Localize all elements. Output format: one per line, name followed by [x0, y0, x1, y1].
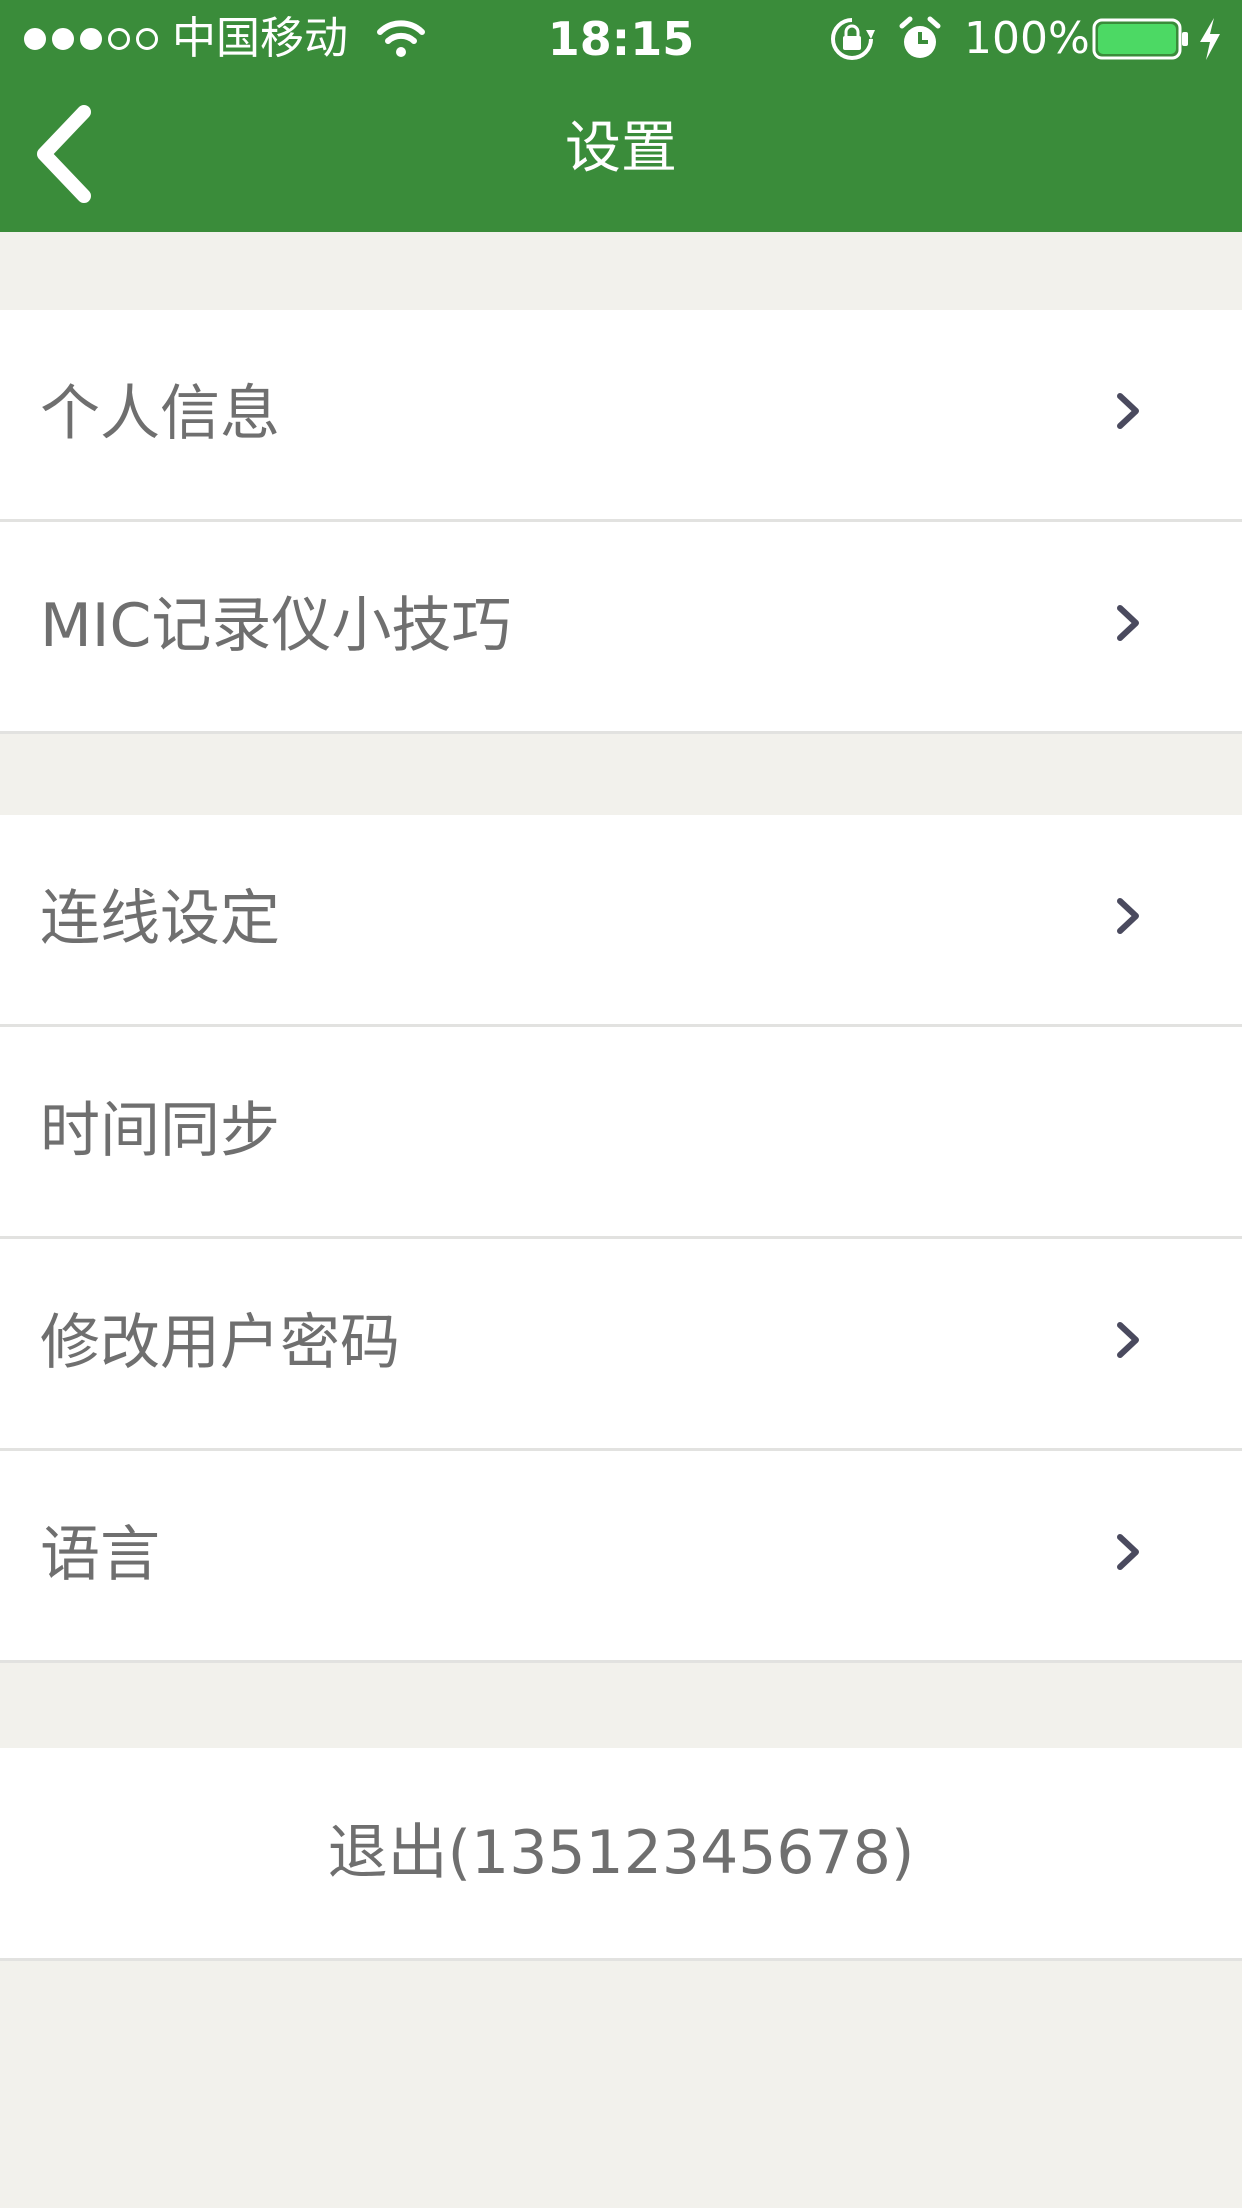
row-label: 个人信息 [40, 379, 280, 449]
settings-row-connection[interactable]: 连线设定 [0, 815, 1242, 1027]
logout-label: 退出(13512345678) [327, 1818, 915, 1888]
battery-icon [1092, 18, 1188, 60]
settings-row-change-password[interactable]: 修改用户密码 [0, 1239, 1242, 1451]
settings-row-mic-tips[interactable]: MIC记录仪小技巧 [0, 522, 1242, 734]
chevron-right-icon [1117, 393, 1139, 429]
settings-row-language[interactable]: 语言 [0, 1451, 1242, 1663]
battery-percent: 100% [964, 13, 1090, 64]
chevron-right-icon [1117, 1322, 1139, 1358]
header: 中国移动 18:15 100% 设置 [0, 0, 1242, 232]
logout-button[interactable]: 退出(13512345678) [0, 1748, 1242, 1961]
rotation-lock-icon [831, 18, 875, 60]
settings-group-2: 连线设定 时间同步 修改用户密码 语言 [0, 815, 1242, 1663]
row-label: 时间同步 [40, 1096, 280, 1166]
charging-icon [1200, 18, 1220, 60]
row-label: 连线设定 [40, 884, 280, 954]
settings-group-1: 个人信息 MIC记录仪小技巧 [0, 310, 1242, 734]
settings-row-personal-info[interactable]: 个人信息 [0, 310, 1242, 522]
nav-bar: 设置 [0, 78, 1242, 232]
row-label: MIC记录仪小技巧 [40, 591, 512, 661]
chevron-right-icon [1117, 1534, 1139, 1570]
alarm-icon [899, 16, 941, 58]
row-label: 语言 [40, 1520, 160, 1590]
chevron-right-icon [1117, 898, 1139, 934]
settings-row-time-sync[interactable]: 时间同步 [0, 1027, 1242, 1239]
back-button[interactable] [22, 102, 112, 206]
chevron-right-icon [1117, 605, 1139, 641]
status-bar: 中国移动 18:15 100% [0, 0, 1242, 78]
row-label: 修改用户密码 [40, 1308, 400, 1378]
page-title: 设置 [565, 116, 677, 181]
chevron-left-icon [37, 105, 91, 203]
